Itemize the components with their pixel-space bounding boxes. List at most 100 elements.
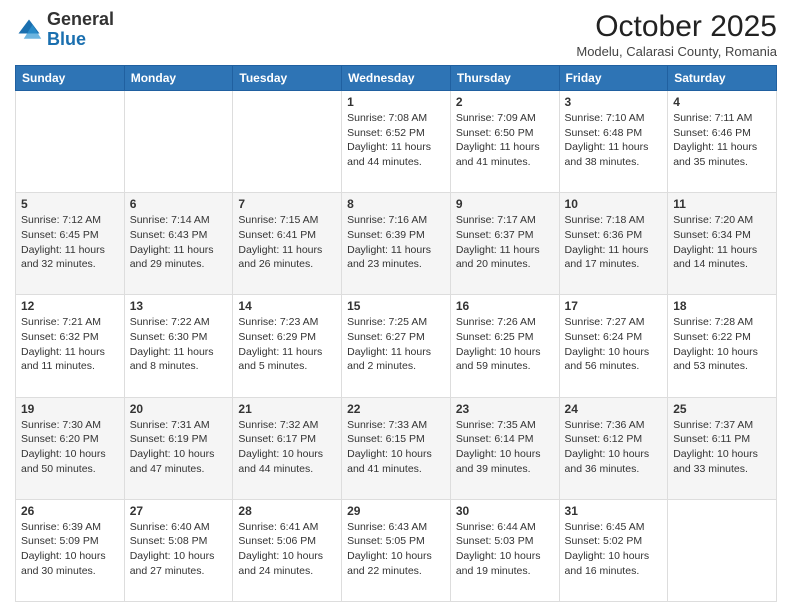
day-number: 30 bbox=[456, 504, 554, 518]
weekday-header: Thursday bbox=[450, 66, 559, 91]
calendar-cell: 21 Sunrise: 7:32 AM Sunset: 6:17 PM Dayli… bbox=[233, 397, 342, 499]
day-info: Sunrise: 7:25 AM Sunset: 6:27 PM Dayligh… bbox=[347, 315, 445, 374]
calendar-cell: 20 Sunrise: 7:31 AM Sunset: 6:19 PM Dayli… bbox=[124, 397, 233, 499]
day-info: Sunrise: 6:45 AM Sunset: 5:02 PM Dayligh… bbox=[565, 520, 663, 579]
day-info: Sunrise: 7:15 AM Sunset: 6:41 PM Dayligh… bbox=[238, 213, 336, 272]
weekday-header: Friday bbox=[559, 66, 668, 91]
day-info: Sunrise: 6:43 AM Sunset: 5:05 PM Dayligh… bbox=[347, 520, 445, 579]
day-info: Sunrise: 7:16 AM Sunset: 6:39 PM Dayligh… bbox=[347, 213, 445, 272]
day-number: 6 bbox=[130, 197, 228, 211]
calendar-table: SundayMondayTuesdayWednesdayThursdayFrid… bbox=[15, 65, 777, 602]
day-info: Sunrise: 6:40 AM Sunset: 5:08 PM Dayligh… bbox=[130, 520, 228, 579]
day-number: 1 bbox=[347, 95, 445, 109]
day-info: Sunrise: 7:28 AM Sunset: 6:22 PM Dayligh… bbox=[673, 315, 771, 374]
weekday-header: Saturday bbox=[668, 66, 777, 91]
day-number: 11 bbox=[673, 197, 771, 211]
calendar-cell: 28Sunrise: 6:41 AM Sunset: 5:06 PM Dayli… bbox=[233, 499, 342, 601]
calendar-cell: 10 Sunrise: 7:18 AM Sunset: 6:36 PM Dayli… bbox=[559, 193, 668, 295]
day-number: 10 bbox=[565, 197, 663, 211]
day-number: 29 bbox=[347, 504, 445, 518]
title-block: October 2025 Modelu, Calarasi County, Ro… bbox=[576, 10, 777, 59]
calendar-cell: 5 Sunrise: 7:12 AM Sunset: 6:45 PM Daylig… bbox=[16, 193, 125, 295]
calendar-week-row: 1 Sunrise: 7:08 AM Sunset: 6:52 PM Daylig… bbox=[16, 91, 777, 193]
logo: General Blue bbox=[15, 10, 114, 50]
day-number: 25 bbox=[673, 402, 771, 416]
day-info: Sunrise: 7:27 AM Sunset: 6:24 PM Dayligh… bbox=[565, 315, 663, 374]
calendar-cell: 25 Sunrise: 7:37 AM Sunset: 6:11 PM Dayli… bbox=[668, 397, 777, 499]
weekday-header: Sunday bbox=[16, 66, 125, 91]
calendar-cell: 16Sunrise: 7:26 AM Sunset: 6:25 PM Dayli… bbox=[450, 295, 559, 397]
calendar-cell: 1 Sunrise: 7:08 AM Sunset: 6:52 PM Daylig… bbox=[342, 91, 451, 193]
day-info: Sunrise: 7:09 AM Sunset: 6:50 PM Dayligh… bbox=[456, 111, 554, 170]
day-number: 3 bbox=[565, 95, 663, 109]
calendar-cell: 9 Sunrise: 7:17 AM Sunset: 6:37 PM Daylig… bbox=[450, 193, 559, 295]
location: Modelu, Calarasi County, Romania bbox=[576, 44, 777, 59]
day-info: Sunrise: 7:30 AM Sunset: 6:20 PM Dayligh… bbox=[21, 418, 119, 477]
day-number: 8 bbox=[347, 197, 445, 211]
day-info: Sunrise: 7:20 AM Sunset: 6:34 PM Dayligh… bbox=[673, 213, 771, 272]
day-number: 22 bbox=[347, 402, 445, 416]
day-info: Sunrise: 7:26 AM Sunset: 6:25 PM Dayligh… bbox=[456, 315, 554, 374]
calendar-week-row: 12 Sunrise: 7:21 AM Sunset: 6:32 PM Dayli… bbox=[16, 295, 777, 397]
calendar-week-row: 26 Sunrise: 6:39 AM Sunset: 5:09 PM Dayli… bbox=[16, 499, 777, 601]
calendar-cell: 30Sunrise: 6:44 AM Sunset: 5:03 PM Dayli… bbox=[450, 499, 559, 601]
calendar-cell bbox=[668, 499, 777, 601]
logo-general-text: General bbox=[47, 9, 114, 29]
day-info: Sunrise: 7:22 AM Sunset: 6:30 PM Dayligh… bbox=[130, 315, 228, 374]
weekday-header: Wednesday bbox=[342, 66, 451, 91]
day-info: Sunrise: 7:18 AM Sunset: 6:36 PM Dayligh… bbox=[565, 213, 663, 272]
day-number: 14 bbox=[238, 299, 336, 313]
calendar-cell: 29 Sunrise: 6:43 AM Sunset: 5:05 PM Dayli… bbox=[342, 499, 451, 601]
day-info: Sunrise: 6:41 AM Sunset: 5:06 PM Dayligh… bbox=[238, 520, 336, 579]
day-info: Sunrise: 7:17 AM Sunset: 6:37 PM Dayligh… bbox=[456, 213, 554, 272]
day-info: Sunrise: 7:12 AM Sunset: 6:45 PM Dayligh… bbox=[21, 213, 119, 272]
day-info: Sunrise: 7:31 AM Sunset: 6:19 PM Dayligh… bbox=[130, 418, 228, 477]
calendar-cell: 17Sunrise: 7:27 AM Sunset: 6:24 PM Dayli… bbox=[559, 295, 668, 397]
day-number: 13 bbox=[130, 299, 228, 313]
calendar-cell: 4 Sunrise: 7:11 AM Sunset: 6:46 PM Daylig… bbox=[668, 91, 777, 193]
calendar-cell bbox=[124, 91, 233, 193]
day-info: Sunrise: 7:36 AM Sunset: 6:12 PM Dayligh… bbox=[565, 418, 663, 477]
day-number: 4 bbox=[673, 95, 771, 109]
calendar-cell: 19 Sunrise: 7:30 AM Sunset: 6:20 PM Dayli… bbox=[16, 397, 125, 499]
calendar-week-row: 19 Sunrise: 7:30 AM Sunset: 6:20 PM Dayli… bbox=[16, 397, 777, 499]
calendar-cell: 2 Sunrise: 7:09 AM Sunset: 6:50 PM Daylig… bbox=[450, 91, 559, 193]
calendar-cell: 7Sunrise: 7:15 AM Sunset: 6:41 PM Daylig… bbox=[233, 193, 342, 295]
day-number: 2 bbox=[456, 95, 554, 109]
calendar-cell: 18 Sunrise: 7:28 AM Sunset: 6:22 PM Dayli… bbox=[668, 295, 777, 397]
calendar-cell: 23 Sunrise: 7:35 AM Sunset: 6:14 PM Dayli… bbox=[450, 397, 559, 499]
day-info: Sunrise: 7:32 AM Sunset: 6:17 PM Dayligh… bbox=[238, 418, 336, 477]
calendar-cell: 26 Sunrise: 6:39 AM Sunset: 5:09 PM Dayli… bbox=[16, 499, 125, 601]
weekday-header: Tuesday bbox=[233, 66, 342, 91]
day-number: 9 bbox=[456, 197, 554, 211]
calendar-cell bbox=[233, 91, 342, 193]
day-info: Sunrise: 7:08 AM Sunset: 6:52 PM Dayligh… bbox=[347, 111, 445, 170]
calendar-cell: 27 Sunrise: 6:40 AM Sunset: 5:08 PM Dayli… bbox=[124, 499, 233, 601]
day-number: 18 bbox=[673, 299, 771, 313]
day-info: Sunrise: 7:10 AM Sunset: 6:48 PM Dayligh… bbox=[565, 111, 663, 170]
day-number: 27 bbox=[130, 504, 228, 518]
day-info: Sunrise: 6:39 AM Sunset: 5:09 PM Dayligh… bbox=[21, 520, 119, 579]
calendar-cell: 24 Sunrise: 7:36 AM Sunset: 6:12 PM Dayli… bbox=[559, 397, 668, 499]
day-number: 19 bbox=[21, 402, 119, 416]
day-number: 26 bbox=[21, 504, 119, 518]
calendar-cell: 22Sunrise: 7:33 AM Sunset: 6:15 PM Dayli… bbox=[342, 397, 451, 499]
day-number: 23 bbox=[456, 402, 554, 416]
calendar-cell: 12 Sunrise: 7:21 AM Sunset: 6:32 PM Dayli… bbox=[16, 295, 125, 397]
day-number: 31 bbox=[565, 504, 663, 518]
calendar-cell: 3 Sunrise: 7:10 AM Sunset: 6:48 PM Daylig… bbox=[559, 91, 668, 193]
day-number: 20 bbox=[130, 402, 228, 416]
day-info: Sunrise: 7:37 AM Sunset: 6:11 PM Dayligh… bbox=[673, 418, 771, 477]
day-info: Sunrise: 7:35 AM Sunset: 6:14 PM Dayligh… bbox=[456, 418, 554, 477]
day-number: 5 bbox=[21, 197, 119, 211]
day-number: 12 bbox=[21, 299, 119, 313]
day-info: Sunrise: 7:11 AM Sunset: 6:46 PM Dayligh… bbox=[673, 111, 771, 170]
day-number: 21 bbox=[238, 402, 336, 416]
day-number: 24 bbox=[565, 402, 663, 416]
calendar-header-row: SundayMondayTuesdayWednesdayThursdayFrid… bbox=[16, 66, 777, 91]
page: General Blue October 2025 Modelu, Calara… bbox=[0, 0, 792, 612]
calendar-week-row: 5 Sunrise: 7:12 AM Sunset: 6:45 PM Daylig… bbox=[16, 193, 777, 295]
day-info: Sunrise: 7:21 AM Sunset: 6:32 PM Dayligh… bbox=[21, 315, 119, 374]
day-number: 15 bbox=[347, 299, 445, 313]
calendar-cell: 13 Sunrise: 7:22 AM Sunset: 6:30 PM Dayli… bbox=[124, 295, 233, 397]
